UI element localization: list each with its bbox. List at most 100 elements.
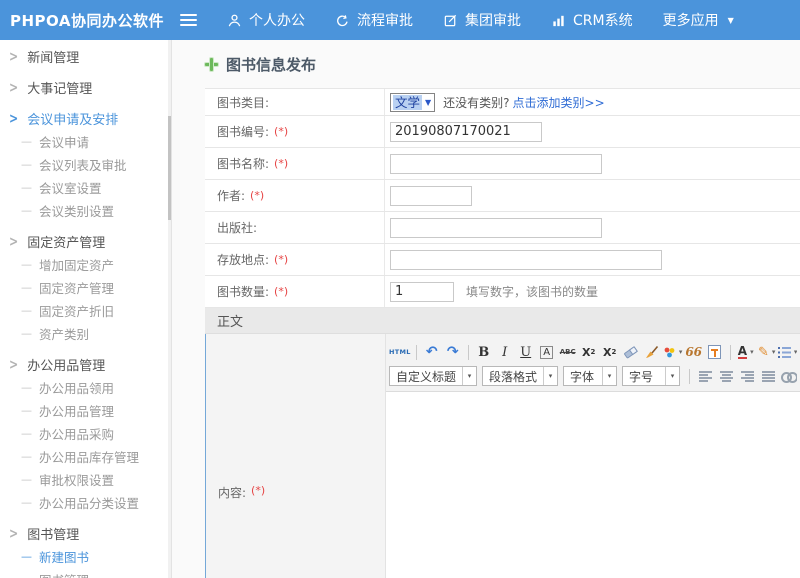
form-row-location: 存放地点:(*) [205, 244, 800, 276]
caret-down-icon: ▾ [543, 367, 557, 385]
book-code-input[interactable] [390, 122, 542, 142]
sidebar-item-approval-permission[interactable]: —审批权限设置 [0, 468, 171, 491]
subscript-button[interactable]: X2 [600, 342, 620, 362]
sidebar-item-label: 固定资产折旧 [39, 301, 114, 320]
sidebar-item-supplies-inventory[interactable]: — 办公用品库存管理 [0, 445, 171, 468]
sidebar-item-label: 图书管理 [27, 524, 79, 543]
form-row-category: 图书类目: 文学 ▼ 还没有类别? 点击添加类别>> [205, 89, 800, 116]
book-form: 图书类目: 文学 ▼ 还没有类别? 点击添加类别>> 图书编号:(*) 图书名称… [205, 88, 800, 578]
form-row-author: 作者:(*) [205, 180, 800, 212]
sidebar-item-supplies-manage[interactable]: —办公用品管理 [0, 399, 171, 422]
superscript-button[interactable]: X2 [579, 342, 599, 362]
insert-link-button[interactable] [779, 366, 797, 386]
sidebar-item-label: 办公用品管理 [27, 355, 105, 374]
category-hint: 还没有类别? [443, 94, 509, 111]
sidebar-item-label: 办公用品采购 [39, 424, 114, 443]
dash-icon: — [21, 404, 32, 417]
publisher-input[interactable] [390, 218, 602, 238]
paragraph-format-dropdown[interactable]: 段落格式▾ [482, 366, 558, 386]
sidebar-item-news-mgmt[interactable]: >新闻管理 [0, 44, 171, 68]
sidebar-item-book-new[interactable]: —新建图书 [0, 545, 171, 568]
sidebar-item-book-mgmt[interactable]: >图书管理 [0, 521, 171, 545]
sidebar-item-label: 大事记管理 [27, 78, 92, 97]
sidebar-item-label: 办公用品库存管理 [39, 447, 139, 466]
char-border-button[interactable]: A [537, 342, 557, 362]
category-select[interactable]: 文学 ▼ [390, 93, 435, 112]
sidebar-item-asset-manage[interactable]: —固定资产管理 [0, 276, 171, 299]
nav-label: CRM系统 [573, 10, 633, 30]
sidebar-item-supplies-category[interactable]: —办公用品分类设置 [0, 491, 171, 514]
highlight-pen-icon[interactable]: ✎▾ [757, 342, 777, 362]
form-row-publisher: 出版社: [205, 212, 800, 244]
author-input[interactable] [390, 186, 472, 206]
body-section-header: 正文 [205, 308, 800, 334]
chevron-right-icon: > [9, 356, 18, 372]
sidebar-item-meeting-mgmt[interactable]: >会议申请及安排 [0, 106, 171, 130]
book-name-input[interactable] [390, 154, 602, 174]
sidebar-item-asset-depreciation[interactable]: —固定资产折旧 [0, 299, 171, 322]
sidebar-item-asset-add[interactable]: —增加固定资产 [0, 253, 171, 276]
nav-workflow-approval[interactable]: 流程审批 [335, 10, 413, 30]
blockquote-button[interactable]: 66 [684, 342, 704, 362]
align-left-icon [699, 371, 712, 382]
caret-down-icon: ▾ [462, 367, 476, 385]
sidebar-item-supplies-purchase[interactable]: — 办公用品采购 [0, 422, 171, 445]
nav-personal-office[interactable]: 个人办公 [227, 10, 305, 30]
sidebar-item-events-mgmt[interactable]: >大事记管理 [0, 75, 171, 99]
font-family-dropdown[interactable]: 字体▾ [563, 366, 617, 386]
chevron-right-icon: > [9, 110, 18, 126]
sidebar-item-meeting-list[interactable]: —会议列表及审批 [0, 153, 171, 176]
nav-crm-system[interactable]: CRM系统 [551, 10, 633, 30]
dash-icon: — [21, 281, 32, 294]
sidebar-item-label: 办公用品分类设置 [39, 493, 139, 512]
custom-title-dropdown[interactable]: 自定义标题▾ [389, 366, 477, 386]
caret-down-icon: ▾ [602, 367, 616, 385]
align-right-button[interactable] [737, 366, 757, 386]
align-justify-button[interactable] [758, 366, 778, 386]
bold-button[interactable]: B [474, 342, 494, 362]
italic-button[interactable]: I [495, 342, 515, 362]
strikethrough-button[interactable]: ABC [558, 342, 578, 362]
editor-content-area[interactable] [386, 392, 800, 578]
undo-button[interactable]: ↶ [422, 342, 442, 362]
form-row-content: 内容:(*) HTML ↶ ↷ B I U A [205, 334, 800, 578]
font-color-button[interactable]: A▾ [736, 342, 756, 362]
align-left-button[interactable] [695, 366, 715, 386]
sidebar-item-label: 图书管理 [39, 570, 89, 578]
ordered-list-button[interactable]: ▾ [778, 342, 797, 362]
nav-more-apps[interactable]: 更多应用 ▼ [663, 10, 734, 30]
dash-icon: — [21, 450, 32, 463]
name-label: 图书名称:(*) [205, 148, 385, 179]
color-palette-icon[interactable]: ▾ [663, 342, 683, 362]
sidebar-item-book-manage[interactable]: —图书管理 [0, 568, 171, 578]
quantity-input[interactable] [390, 282, 454, 302]
dash-icon: — [21, 427, 32, 440]
paste-from-word-icon[interactable] [705, 342, 725, 362]
underline-button[interactable]: U [516, 342, 536, 362]
sidebar-item-supplies-claim[interactable]: —办公用品领用 [0, 376, 171, 399]
html-source-button[interactable]: HTML [389, 342, 411, 362]
sidebar-item-meeting-room[interactable]: —会议室设置 [0, 176, 171, 199]
chevron-right-icon: > [9, 233, 18, 249]
hamburger-menu-icon[interactable] [180, 14, 197, 26]
sidebar-item-asset-mgmt[interactable]: >固定资产管理 [0, 229, 171, 253]
plus-icon [205, 58, 218, 71]
dash-icon: — [21, 473, 32, 486]
font-size-dropdown[interactable]: 字号▾ [622, 366, 680, 386]
quantity-label: 图书数量:(*) [205, 276, 385, 307]
redo-button[interactable]: ↷ [443, 342, 463, 362]
sidebar-item-supplies-mgmt[interactable]: > 办公用品管理 [0, 352, 171, 376]
sidebar-scrollbar-thumb[interactable] [168, 116, 171, 220]
align-center-button[interactable] [716, 366, 736, 386]
sidebar-item-asset-category[interactable]: —资产类别 [0, 322, 171, 345]
eraser-icon[interactable] [621, 342, 641, 362]
nav-label: 更多应用 [663, 10, 719, 30]
toolbar-separator [689, 369, 690, 384]
add-category-link[interactable]: 点击添加类别>> [513, 94, 605, 111]
format-brush-icon[interactable] [642, 342, 662, 362]
sidebar-item-meeting-category[interactable]: —会议类别设置 [0, 199, 171, 222]
nav-group-approval[interactable]: 集团审批 [443, 10, 521, 30]
page-title: 图书信息发布 [205, 52, 800, 76]
location-input[interactable] [390, 250, 662, 270]
sidebar-item-meeting-apply[interactable]: —会议申请 [0, 130, 171, 153]
